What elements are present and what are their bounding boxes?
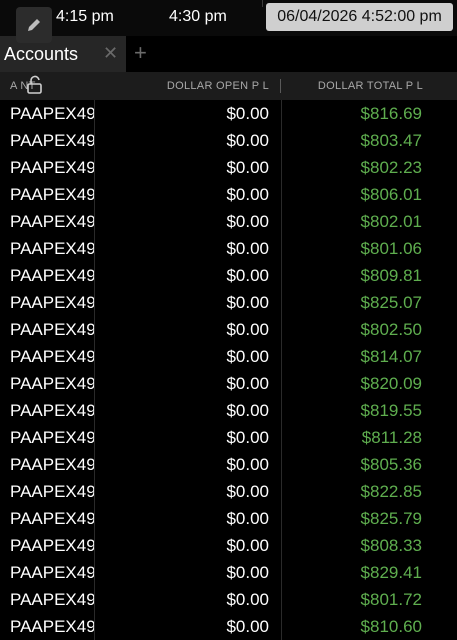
account-cell: PAAPEX49 [10,104,94,123]
table-row[interactable]: PAAPEX49 $0.00 $814.07 [0,343,457,370]
accounts-table-body: PAAPEX49 $0.00 $816.69 PAAPEX49 $0.00 $803.47… [0,100,457,640]
dollar-total-pl-cell: $803.47 [360,131,422,150]
table-row[interactable]: PAAPEX49 $0.00 $825.79 [0,505,457,532]
table-row[interactable]: PAAPEX49 $0.00 $802.23 [0,154,457,181]
account-cell: PAAPEX49 [10,131,94,150]
table-row[interactable]: PAAPEX49 $0.00 $803.47 [0,127,457,154]
table-row[interactable]: PAAPEX49 $0.00 $808.33 [0,532,457,559]
column-header-dollar-total-pl[interactable]: DOLLAR TOTAL P L [318,79,423,93]
lock-open-icon[interactable] [25,75,45,95]
timeline-divider [262,0,263,7]
dollar-total-pl-cell: $801.72 [360,590,422,609]
dollar-open-pl-cell: $0.00 [226,374,269,393]
dollar-open-pl-cell: $0.00 [226,428,269,447]
dollar-total-pl-cell: $822.85 [360,482,422,501]
account-cell: PAAPEX49 [10,293,94,312]
accounts-window: 4:15 pm 4:30 pm 06/04/2026 4:52:00 pm Ac… [0,0,457,640]
account-cell: PAAPEX49 [10,455,94,474]
close-icon[interactable]: ✕ [103,43,118,63]
dollar-total-pl-cell: $825.07 [360,293,422,312]
account-cell: PAAPEX49 [10,509,94,528]
dollar-open-pl-cell: $0.00 [226,590,269,609]
dollar-open-pl-cell: $0.00 [226,212,269,231]
dollar-open-pl-cell: $0.00 [226,158,269,177]
table-row[interactable]: PAAPEX49 $0.00 $805.36 [0,451,457,478]
edit-button[interactable] [16,7,52,43]
account-cell: PAAPEX49 [10,212,94,231]
table-row[interactable]: PAAPEX49 $0.00 $829.41 [0,559,457,586]
table-row[interactable]: PAAPEX49 $0.00 $819.55 [0,397,457,424]
dollar-open-pl-cell: $0.00 [226,347,269,366]
dollar-total-pl-cell: $825.79 [360,509,422,528]
dollar-total-pl-cell: $811.28 [361,428,422,447]
account-cell: PAAPEX49 [10,347,94,366]
account-cell: PAAPEX49 [10,320,94,339]
table-row[interactable]: PAAPEX49 $0.00 $811.28 [0,424,457,451]
account-cell: PAAPEX49 [10,266,94,285]
dollar-open-pl-cell: $0.00 [226,455,269,474]
dollar-total-pl-cell: $809.81 [360,266,422,285]
timeline-tick-1: 4:15 pm [56,8,114,25]
dollar-open-pl-cell: $0.00 [226,482,269,501]
table-row[interactable]: PAAPEX49 $0.00 $802.50 [0,316,457,343]
account-cell: PAAPEX49 [10,482,94,501]
account-cell: PAAPEX49 [10,401,94,420]
dollar-total-pl-cell: $805.36 [360,455,422,474]
dollar-open-pl-cell: $0.00 [226,536,269,555]
current-time-display: 06/04/2026 4:52:00 pm [266,3,453,31]
dollar-open-pl-cell: $0.00 [226,266,269,285]
plus-icon[interactable]: + [134,42,147,64]
table-row[interactable]: PAAPEX49 $0.00 $822.85 [0,478,457,505]
dollar-open-pl-cell: $0.00 [226,239,269,258]
table-row[interactable]: PAAPEX49 $0.00 $816.69 [0,100,457,127]
dollar-open-pl-cell: $0.00 [226,131,269,150]
table-row[interactable]: PAAPEX49 $0.00 $825.07 [0,289,457,316]
dollar-total-pl-cell: $801.06 [360,239,422,258]
dollar-total-pl-cell: $810.60 [360,617,422,636]
account-cell: PAAPEX49 [10,374,94,393]
table-row[interactable]: PAAPEX49 $0.00 $809.81 [0,262,457,289]
pencil-icon [28,19,40,31]
dollar-total-pl-cell: $802.01 [360,212,422,231]
account-cell: PAAPEX49 [10,185,94,204]
dollar-open-pl-cell: $0.00 [226,104,269,123]
dollar-total-pl-cell: $819.55 [360,401,422,420]
table-row[interactable]: PAAPEX49 $0.00 $801.72 [0,586,457,613]
table-row[interactable]: PAAPEX49 $0.00 $810.60 [0,613,457,640]
dollar-open-pl-cell: $0.00 [226,617,269,636]
dollar-open-pl-cell: $0.00 [226,320,269,339]
account-cell: PAAPEX49 [10,158,94,177]
account-cell: PAAPEX49 [10,563,94,582]
table-row[interactable]: PAAPEX49 $0.00 $801.06 [0,235,457,262]
dollar-total-pl-cell: $829.41 [360,563,422,582]
table-header: A NT DOLLAR OPEN P L DOLLAR TOTAL P L [0,72,457,100]
dollar-total-pl-cell: $802.23 [360,158,422,177]
account-cell: PAAPEX49 [10,590,94,609]
account-cell: PAAPEX49 [10,617,94,636]
column-resize-handle[interactable] [280,79,281,93]
column-header-dollar-open-pl[interactable]: DOLLAR OPEN P L [167,79,269,93]
dollar-total-pl-cell: $806.01 [360,185,422,204]
account-cell: PAAPEX49 [10,536,94,555]
dollar-open-pl-cell: $0.00 [226,185,269,204]
dollar-total-pl-cell: $802.50 [360,320,422,339]
dollar-open-pl-cell: $0.00 [226,509,269,528]
dollar-open-pl-cell: $0.00 [226,563,269,582]
dollar-total-pl-cell: $816.69 [360,104,422,123]
dollar-open-pl-cell: $0.00 [226,293,269,312]
table-row[interactable]: PAAPEX49 $0.00 $802.01 [0,208,457,235]
table-row[interactable]: PAAPEX49 $0.00 $820.09 [0,370,457,397]
tab-bar: Accounts ✕ + [0,36,457,72]
dollar-total-pl-cell: $814.07 [360,347,422,366]
dollar-total-pl-cell: $820.09 [360,374,422,393]
timeline-tick-2: 4:30 pm [169,8,227,25]
account-cell: PAAPEX49 [10,239,94,258]
account-cell: PAAPEX49 [10,428,94,447]
timeline-bar: 4:15 pm 4:30 pm 06/04/2026 4:52:00 pm [0,0,457,37]
table-row[interactable]: PAAPEX49 $0.00 $806.01 [0,181,457,208]
dollar-open-pl-cell: $0.00 [226,401,269,420]
tab-accounts-label: Accounts [4,44,79,64]
dollar-total-pl-cell: $808.33 [360,536,422,555]
